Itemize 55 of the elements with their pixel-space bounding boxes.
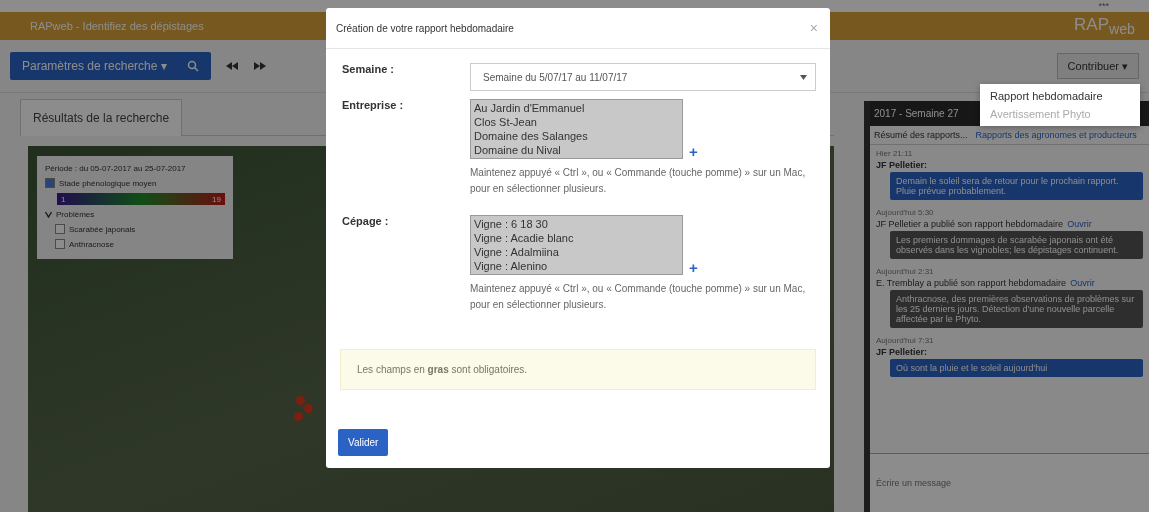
map-marker bbox=[304, 404, 313, 413]
open-link[interactable]: Ouvrir bbox=[1070, 278, 1095, 288]
message-bubble: Anthracnose, des premières observations de problèmes sur les 25 derniers jours. Détection d'une nouvelle parcelle affectée par le Phyto. bbox=[890, 290, 1143, 328]
week-select[interactable]: Semaine du 5/07/17 au 11/07/17 bbox=[470, 63, 816, 91]
dialog-title: Création de votre rapport hebdomadaire bbox=[336, 22, 514, 34]
contribute-button[interactable]: Contribuer ▾ bbox=[1056, 53, 1139, 79]
layer-label: Stade phénologique moyen bbox=[59, 178, 157, 188]
help-text: Maintenez appuyé « Ctrl », ou « Commande (touche pomme) » sur un Mac, pour en sélectionner plusieurs. bbox=[470, 282, 807, 312]
scale-max: 19 bbox=[212, 194, 221, 204]
search-icon bbox=[186, 60, 199, 72]
message-time: Aujourd'hui 2:31 bbox=[876, 267, 935, 276]
message-author: E. Tremblay a publié son rapport hebdomadaire bbox=[876, 278, 1067, 288]
field-label: Entreprise : bbox=[342, 99, 405, 113]
problem-label: Anthracnose bbox=[69, 239, 114, 249]
panel-tab[interactable]: Rapports des agronomes et producteurs bbox=[975, 130, 1137, 140]
add-button[interactable]: + bbox=[689, 261, 698, 275]
group-label: Problèmes bbox=[56, 210, 95, 219]
period-text: Période : du 05-07-2017 au 25-07-2017 bbox=[45, 164, 187, 173]
logo: RAP$_{web}$ bbox=[1074, 14, 1135, 38]
message-bubble: Les premiers dommages de scarabée japonais ont été observés dans les vignobles; les dépistages continuent. bbox=[890, 231, 1143, 259]
message-author: JF Pelletier: bbox=[876, 160, 928, 170]
multi-select-list[interactable]: Vigne : 6 18 30 Vigne : Acadie blanc Vigne : Adalmiina Vigne : Alenino bbox=[470, 215, 683, 275]
message-bubble: Demain le soleil sera de retour pour le prochain rapport. Pluie prévue probablement. bbox=[890, 172, 1143, 200]
map-marker bbox=[296, 396, 305, 405]
rewind-icon[interactable] bbox=[224, 59, 239, 73]
open-link[interactable]: Ouvrir bbox=[1067, 219, 1092, 229]
help-text: Maintenez appuyé « Ctrl », ou « Commande (touche pomme) » sur un Mac, pour en sélectionner plusieurs. bbox=[470, 166, 807, 196]
field-label: Cépage : bbox=[342, 215, 390, 229]
submit-button[interactable]: Valider bbox=[338, 429, 389, 456]
caret-icon bbox=[800, 74, 807, 80]
required-fields-notice: Les champs en gras sont obligatoires. bbox=[340, 349, 816, 390]
field-label: Semaine : bbox=[342, 63, 395, 77]
results-tab[interactable]: Résultats de la recherche bbox=[20, 99, 183, 136]
layer-checkbox[interactable] bbox=[45, 178, 55, 188]
app-title: RAPweb - Identifiez des dépistages bbox=[30, 20, 204, 32]
multi-select-list[interactable]: Au Jardin d'Emmanuel Clos St-Jean Domaine des Salanges Domaine du Nival bbox=[470, 99, 683, 159]
problem-checkbox[interactable] bbox=[55, 224, 65, 234]
message-bubble: Où sont la pluie et le soleil aujourd'hui bbox=[890, 359, 1143, 377]
message-author: JF Pelletier: bbox=[876, 347, 928, 357]
scale-min: 1 bbox=[61, 194, 66, 204]
message-time: Hier 21:11 bbox=[876, 149, 914, 158]
panel-tab[interactable]: Résumé des rapports... bbox=[874, 130, 968, 140]
map-marker bbox=[294, 412, 303, 421]
message-time: Aujourd'hui 5:30 bbox=[876, 208, 935, 217]
chevron-icon[interactable] bbox=[45, 211, 52, 218]
problem-label: Scarabée japonais bbox=[69, 224, 136, 234]
message-author: JF Pelletier a publié son rapport hebdomadaire bbox=[876, 219, 1064, 229]
message-time: Aujourd'hui 7:31 bbox=[876, 336, 935, 345]
problem-checkbox[interactable] bbox=[55, 239, 65, 249]
fast-forward-icon[interactable] bbox=[252, 59, 267, 73]
add-button[interactable]: + bbox=[689, 145, 698, 159]
search-parameters-button[interactable]: Paramètres de recherche ▾ bbox=[10, 52, 211, 80]
menu-item[interactable]: Rapport hebdomadaire bbox=[980, 87, 1140, 105]
corner-mark: *** bbox=[1098, 0, 1109, 12]
week-title: 2017 - Semaine 27 bbox=[874, 108, 959, 119]
